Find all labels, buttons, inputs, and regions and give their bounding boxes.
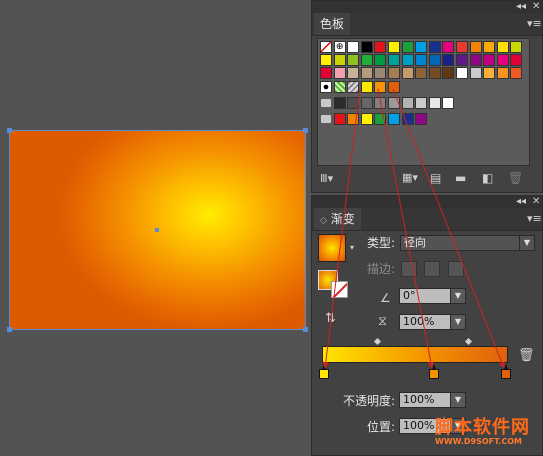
annotation-arrow (392, 88, 505, 369)
annotation-arrow (322, 88, 361, 369)
annotation-arrows (322, 88, 505, 369)
annotation-arrow (377, 88, 434, 369)
